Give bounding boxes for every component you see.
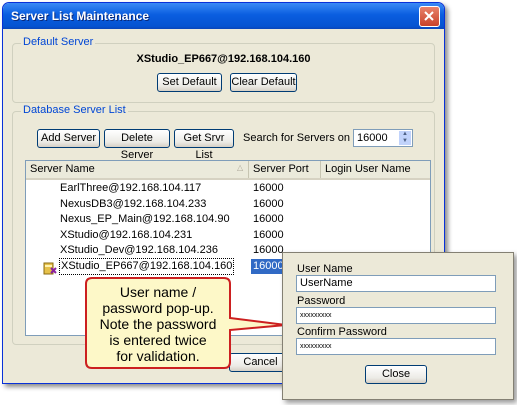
callout-text: User name / password pop-up. Note the pa…: [88, 284, 228, 364]
callout-line: is entered twice: [109, 332, 207, 348]
confirm-password-label: Confirm Password: [297, 326, 387, 338]
confirm-password-field[interactable]: xxxxxxxxx: [296, 338, 496, 355]
callout-line: Note the password: [99, 316, 217, 332]
password-field[interactable]: xxxxxxxxx: [296, 307, 496, 324]
callout-line: for validation.: [116, 348, 200, 364]
user-name-label: User Name: [297, 263, 353, 275]
user-name-field[interactable]: UserName: [296, 275, 496, 292]
callout-line: User name /: [119, 284, 197, 300]
close-popup-button[interactable]: Close: [365, 365, 427, 384]
password-label: Password: [297, 295, 346, 307]
callout-line: password pop-up.: [102, 300, 214, 316]
login-popup: User Name UserName Password xxxxxxxxx Co…: [282, 252, 514, 400]
